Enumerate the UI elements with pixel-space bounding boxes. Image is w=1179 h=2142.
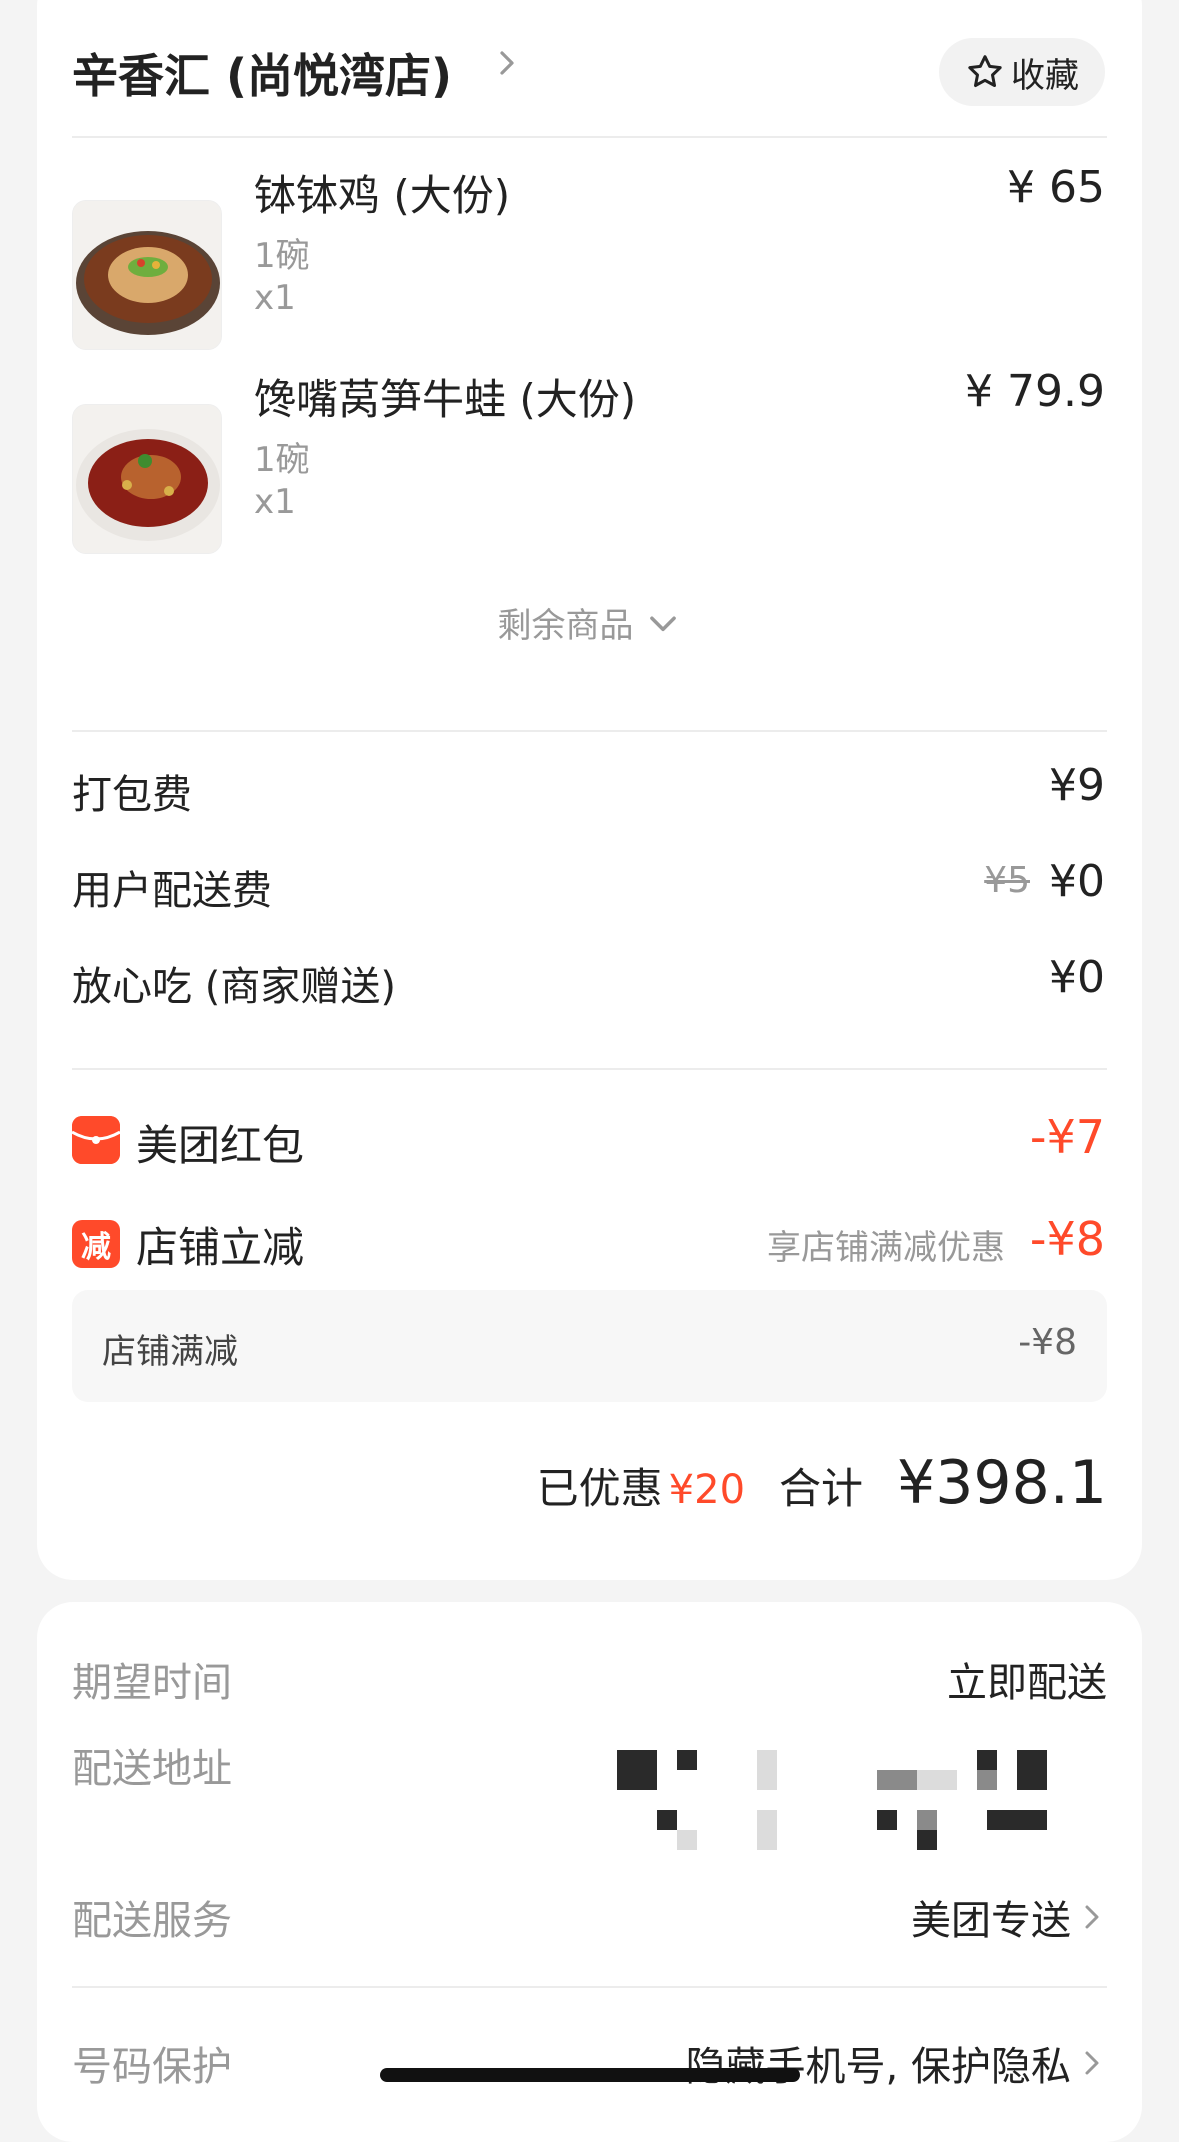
sum-label: 合计 (779, 1464, 864, 1513)
assurance-value: ¥0 (1049, 952, 1105, 1003)
item-spec: 1碗 (254, 236, 310, 276)
store-name[interactable]: 辛香汇 (尚悦湾店) (72, 40, 452, 106)
discount-detail-value: -¥8 (1018, 1322, 1077, 1363)
discount-detail-box: 店铺满减 -¥8 (72, 1290, 1107, 1402)
phone-protection-text: 隐藏手机号, 保护隐私 (685, 2044, 1071, 2090)
assurance-label: 放心吃 (商家赠送) (72, 964, 396, 1010)
remaining-items-label: 剩余商品 (497, 606, 634, 646)
divider (72, 1986, 1107, 1988)
item-quantity: x1 (254, 482, 296, 522)
delivery-service-text: 美团专送 (911, 1898, 1071, 1944)
chevron-down-icon (649, 616, 676, 631)
item-spec: 1碗 (254, 440, 310, 480)
packing-fee-value: ¥9 (1049, 760, 1105, 811)
address-label: 配送地址 (72, 1746, 232, 1792)
divider (72, 136, 1107, 138)
total-row: 已优惠 ¥20 合计 ¥398.1 (537, 1448, 1107, 1518)
red-packet-icon (72, 1116, 120, 1164)
chevron-right-icon[interactable] (492, 48, 522, 78)
phone-protection-value[interactable]: 隐藏手机号, 保护隐私 (686, 2034, 1107, 2092)
delivery-service-label: 配送服务 (72, 1898, 232, 1944)
expected-time-text: 立即配送 (947, 1660, 1107, 1706)
red-packet-label: 美团红包 (136, 1121, 305, 1170)
store-discount-value: -¥8 (1029, 1212, 1105, 1266)
food-bowl-image (73, 201, 221, 349)
delivery-info-card: 期望时间 立即配送 配送地址 配送服务 美团专送 号码保护 隐藏手机号, 保护隐… (37, 1602, 1142, 2142)
remaining-items-toggle[interactable]: 剩余商品 (37, 598, 1142, 647)
item-price: ¥ 65 (1007, 162, 1105, 213)
chevron-right-icon (1085, 2051, 1099, 2075)
item-name: 钵钵鸡 (大份) (254, 171, 511, 220)
chevron-right-icon (1085, 1905, 1099, 1929)
food-plate-image (73, 405, 221, 553)
home-indicator[interactable] (380, 2068, 800, 2082)
divider (72, 730, 1107, 732)
delivery-fee-label: 用户配送费 (72, 868, 272, 914)
packing-fee-label: 打包费 (72, 772, 192, 818)
delivery-service-value[interactable]: 美团专送 (911, 1888, 1107, 1946)
order-summary-card: 辛香汇 (尚悦湾店) 收藏 钵钵鸡 (大份) 1碗 x1 ¥ 65 馋嘴莴笋牛蛙… (37, 0, 1142, 1580)
delivery-fee-value: ¥0 (1049, 856, 1105, 907)
delivery-fee-original: ¥5 (984, 860, 1030, 901)
item-image-bobo-chicken[interactable] (72, 200, 222, 350)
divider (72, 1068, 1107, 1070)
phone-protection-label: 号码保护 (72, 2044, 232, 2090)
item-price: ¥ 79.9 (965, 366, 1105, 417)
favorite-button[interactable]: 收藏 (939, 38, 1105, 106)
item-image-bullfrog[interactable] (72, 404, 222, 554)
store-discount-label: 店铺立减 (136, 1223, 305, 1272)
discount-detail-label: 店铺满减 (102, 1332, 238, 1372)
red-packet-value: -¥7 (1029, 1110, 1105, 1164)
star-icon (968, 55, 1002, 87)
sum-value: ¥398.1 (897, 1448, 1107, 1518)
saved-value: ¥20 (668, 1467, 746, 1513)
store-discount-desc: 享店铺满减优惠 (767, 1228, 1005, 1268)
item-name: 馋嘴莴笋牛蛙 (大份) (254, 375, 637, 424)
saved-label: 已优惠 (536, 1464, 663, 1513)
expected-time-label: 期望时间 (72, 1660, 232, 1706)
item-quantity: x1 (254, 278, 296, 318)
address-redacted[interactable] (617, 1750, 1047, 1860)
favorite-label: 收藏 (1011, 55, 1079, 96)
discount-icon: 减 (72, 1220, 120, 1268)
expected-time-value[interactable]: 立即配送 (947, 1650, 1107, 1708)
